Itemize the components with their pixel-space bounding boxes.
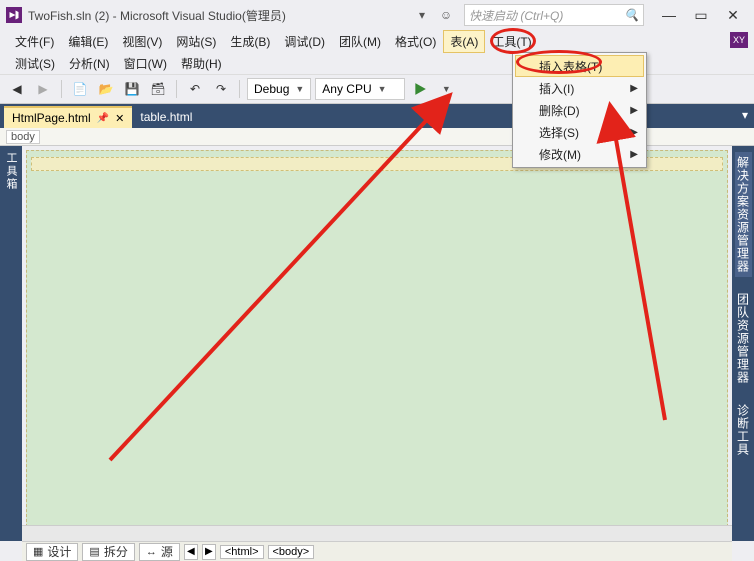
close-icon[interactable]: ✕ <box>115 112 124 125</box>
separator <box>176 80 177 98</box>
config-dropdown[interactable]: Debug ▼ <box>247 78 311 100</box>
platform-value: Any CPU <box>322 82 371 96</box>
search-icon: 🔍 <box>624 8 639 22</box>
ctx-item-label: 插入(I) <box>539 80 574 97</box>
ctx-modify[interactable]: 修改(M) ▶ <box>515 143 644 165</box>
open-file-button[interactable]: 📂 <box>95 78 117 100</box>
account-badge[interactable]: XY <box>730 32 748 48</box>
view-design[interactable]: ▦ 设计 <box>26 543 78 561</box>
path-body[interactable]: <body> <box>268 545 315 559</box>
table-context-menu: 插入表格(T) 插入(I) ▶ 删除(D) ▶ 选择(S) ▶ 修改(M) ▶ <box>512 52 647 168</box>
tab-label: HtmlPage.html <box>12 111 91 125</box>
chevron-down-icon: ▼ <box>295 84 304 94</box>
team-explorer-tab[interactable]: 团队资源管理器 <box>735 289 752 388</box>
redo-button[interactable]: ↷ <box>210 78 232 100</box>
menu-analyze[interactable]: 分析(N) <box>62 52 117 75</box>
menu-window[interactable]: 窗口(W) <box>117 52 174 75</box>
browser-dropdown-caret[interactable]: ▼ <box>435 78 457 100</box>
close-button[interactable]: ✕ <box>718 5 748 25</box>
menu-edit[interactable]: 编辑(E) <box>61 30 115 53</box>
quick-launch-input[interactable]: 快速启动 (Ctrl+Q) 🔍 <box>464 4 644 26</box>
chevron-right-icon: ▶ <box>630 105 638 116</box>
chevron-right-icon: ▶ <box>630 149 638 160</box>
menu-bar: 文件(F) 编辑(E) 视图(V) 网站(S) 生成(B) 调试(D) 团队(M… <box>0 30 754 52</box>
chevron-right-icon: ▶ <box>630 83 638 94</box>
breadcrumb-body[interactable]: body <box>6 130 40 144</box>
main-area: 工具箱 解决方案资源管理器 团队资源管理器 诊断工具 <box>0 146 754 541</box>
menu-site[interactable]: 网站(S) <box>169 30 223 53</box>
tab-htmlpage[interactable]: HtmlPage.html 📌 ✕ <box>4 106 132 128</box>
nav-right-icon[interactable]: ▶ <box>202 544 216 560</box>
pin-icon[interactable]: 📌 <box>97 113 109 124</box>
menu-format[interactable]: 格式(O) <box>388 30 443 53</box>
menu-tools[interactable]: 工具(T) <box>485 30 538 53</box>
title-bar: TwoFish.sln (2) - Microsoft Visual Studi… <box>0 0 754 30</box>
nav-forward-button: ▶ <box>32 78 54 100</box>
tab-overflow-icon[interactable]: ▾ <box>742 108 748 122</box>
new-project-button[interactable]: 📄 <box>69 78 91 100</box>
ctx-select[interactable]: 选择(S) ▶ <box>515 121 644 143</box>
undo-button[interactable]: ↶ <box>184 78 206 100</box>
view-label: 拆分 <box>104 543 128 560</box>
menu-table[interactable]: 表(A) <box>443 30 485 53</box>
separator <box>239 80 240 98</box>
path-html[interactable]: <html> <box>220 545 264 559</box>
platform-dropdown[interactable]: Any CPU ▼ <box>315 78 405 100</box>
ctx-item-label: 选择(S) <box>539 124 579 141</box>
solution-explorer-tab[interactable]: 解决方案资源管理器 <box>735 152 752 277</box>
view-split[interactable]: ▤ 拆分 <box>82 543 134 561</box>
ctx-insert[interactable]: 插入(I) ▶ <box>515 77 644 99</box>
minimize-button[interactable]: — <box>654 5 684 25</box>
menu-test[interactable]: 测试(S) <box>8 52 62 75</box>
tab-well-tools: ▾ <box>742 108 748 122</box>
tab-label: table.html <box>140 110 192 124</box>
feedback-icon[interactable]: ☺ <box>438 7 454 23</box>
menu-view[interactable]: 视图(V) <box>115 30 169 53</box>
window-title: TwoFish.sln (2) - Microsoft Visual Studi… <box>28 7 286 24</box>
view-source[interactable]: ↔ 源 <box>139 543 180 561</box>
tab-table[interactable]: table.html <box>132 106 200 128</box>
menu-help[interactable]: 帮助(H) <box>174 52 229 75</box>
chevron-down-icon: ▼ <box>378 84 387 94</box>
design-surface[interactable] <box>26 150 728 537</box>
maximize-button[interactable]: ▭ <box>686 5 716 25</box>
ctx-insert-table[interactable]: 插入表格(T) <box>515 55 644 77</box>
save-button[interactable]: 💾 <box>121 78 143 100</box>
right-panel-tabs: 解决方案资源管理器 团队资源管理器 诊断工具 <box>732 146 754 541</box>
menu-file[interactable]: 文件(F) <box>8 30 61 53</box>
config-value: Debug <box>254 82 289 96</box>
notification-icon[interactable]: ▾ <box>414 7 430 23</box>
ctx-delete[interactable]: 删除(D) ▶ <box>515 99 644 121</box>
ctx-item-label: 插入表格(T) <box>539 58 602 75</box>
ctx-item-label: 修改(M) <box>539 146 581 163</box>
quick-launch-placeholder: 快速启动 (Ctrl+Q) <box>469 7 624 24</box>
vs-logo-icon <box>6 7 22 23</box>
menu-debug[interactable]: 调试(D) <box>277 30 332 53</box>
toolbox-panel-tab[interactable]: 工具箱 <box>0 146 22 541</box>
ctx-item-label: 删除(D) <box>539 102 580 119</box>
view-label: 源 <box>161 543 173 560</box>
menu-build[interactable]: 生成(B) <box>223 30 277 53</box>
view-switch-bar: ▦ 设计 ▤ 拆分 ↔ 源 ◀ ▶ <html> <body> <box>22 541 732 561</box>
view-label: 设计 <box>47 543 71 560</box>
save-all-button[interactable]: 🗃 <box>147 78 169 100</box>
horizontal-scrollbar[interactable] <box>22 525 732 541</box>
nav-back-button[interactable]: ◀ <box>6 78 28 100</box>
diagnostic-tools-tab[interactable]: 诊断工具 <box>735 400 752 460</box>
chevron-right-icon: ▶ <box>630 127 638 138</box>
start-debug-button[interactable] <box>409 78 431 100</box>
menu-team[interactable]: 团队(M) <box>332 30 388 53</box>
separator <box>61 80 62 98</box>
nav-left-icon[interactable]: ◀ <box>184 544 198 560</box>
